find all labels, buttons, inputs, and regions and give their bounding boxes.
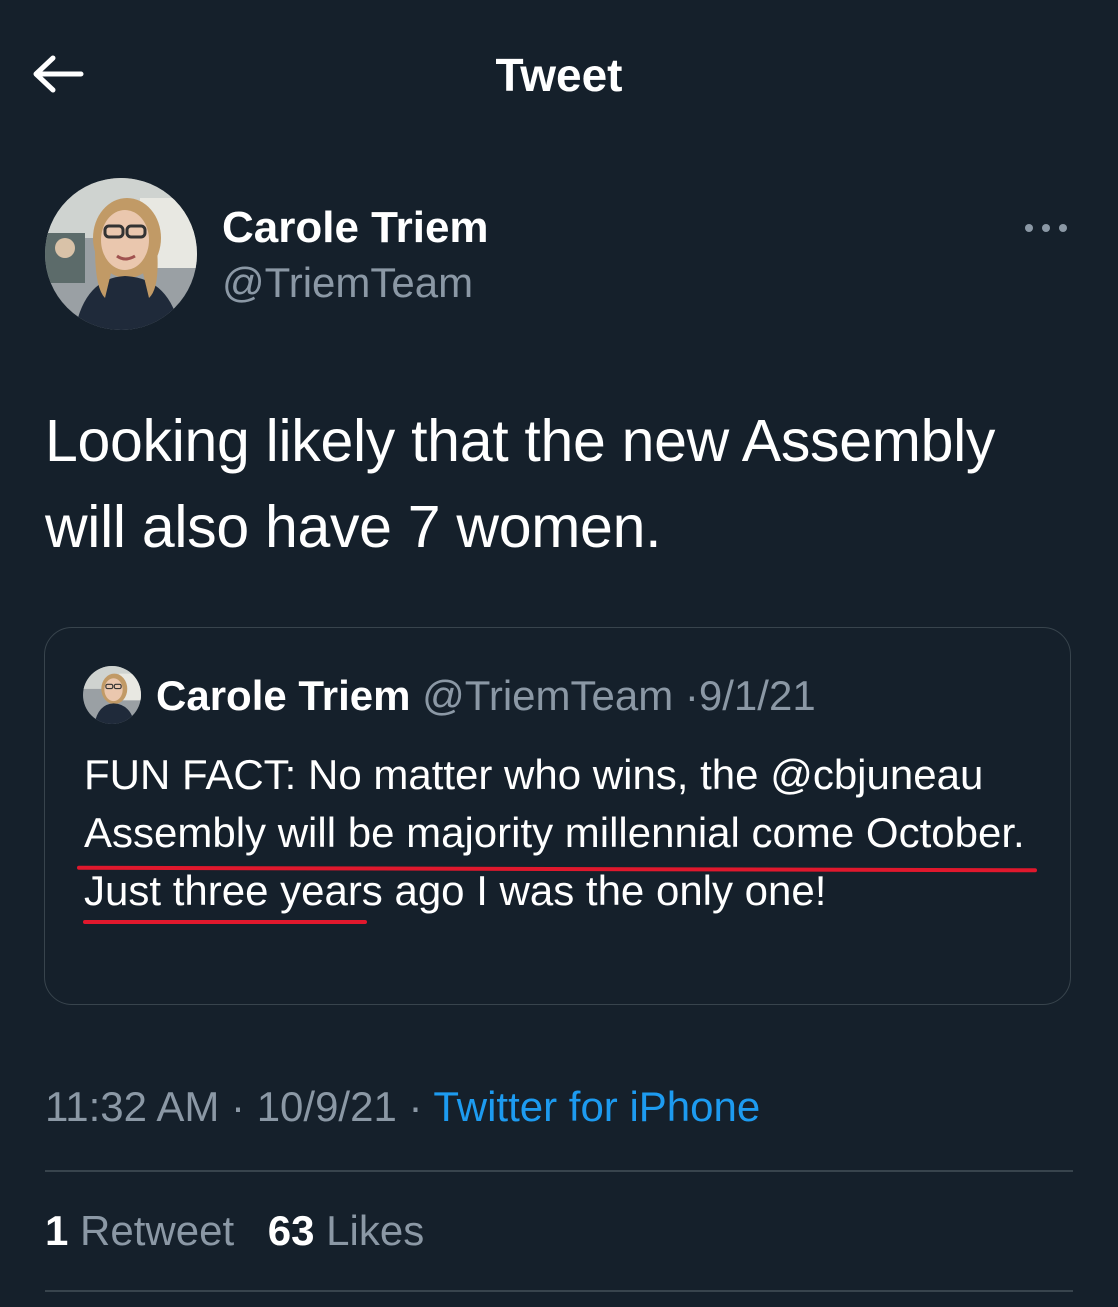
top-bar: Tweet: [0, 0, 1118, 150]
annotation-underline: [83, 920, 367, 924]
likes-stat[interactable]: 63 Likes: [268, 1207, 424, 1254]
tweet-date: 10/9/21: [256, 1083, 397, 1130]
retweets-count: 1: [45, 1207, 69, 1254]
likes-count: 63: [267, 1207, 315, 1254]
quoted-separator: ·: [684, 672, 699, 719]
divider: [45, 1290, 1073, 1292]
more-horizontal-icon: [1025, 224, 1067, 232]
author-handle[interactable]: @TriemTeam: [222, 259, 473, 307]
quoted-author-avatar: [83, 666, 141, 724]
meta-separator: ·: [231, 1083, 246, 1130]
quoted-date: 9/1/21: [698, 672, 816, 719]
likes-label: Likes: [326, 1207, 425, 1254]
tweet-metadata: 11:32 AM · 10/9/21 · Twitter for iPhone: [45, 1083, 760, 1131]
author-name[interactable]: Carole Triem: [222, 203, 489, 253]
tweet-time: 11:32 AM: [45, 1083, 220, 1130]
meta-separator: ·: [408, 1083, 423, 1130]
retweets-label: Retweet: [80, 1207, 235, 1254]
tweet-text: Looking likely that the new Assembly wil…: [45, 408, 996, 560]
tweet-stats: 1 Retweet 63 Likes: [45, 1207, 446, 1255]
quoted-tweet-text: FUN FACT: No matter who wins, the @cbjun…: [84, 751, 1025, 914]
tweet-source-link[interactable]: Twitter for iPhone: [433, 1083, 760, 1130]
avatar-photo: [45, 178, 197, 330]
divider: [45, 1170, 1073, 1172]
more-options-button[interactable]: [1016, 210, 1076, 246]
page-title: Tweet: [495, 49, 623, 101]
quoted-tweet-header: Carole Triem @TriemTeam ·9/1/21: [156, 672, 816, 720]
avatar-photo: [83, 666, 141, 724]
quoted-tweet-card[interactable]: Carole Triem @TriemTeam ·9/1/21 FUN FACT…: [44, 627, 1071, 1005]
retweets-stat[interactable]: 1 Retweet: [45, 1207, 234, 1254]
author-avatar[interactable]: [45, 178, 197, 330]
quoted-author-handle: @TriemTeam: [422, 672, 674, 719]
quoted-author-name: Carole Triem: [156, 672, 411, 719]
